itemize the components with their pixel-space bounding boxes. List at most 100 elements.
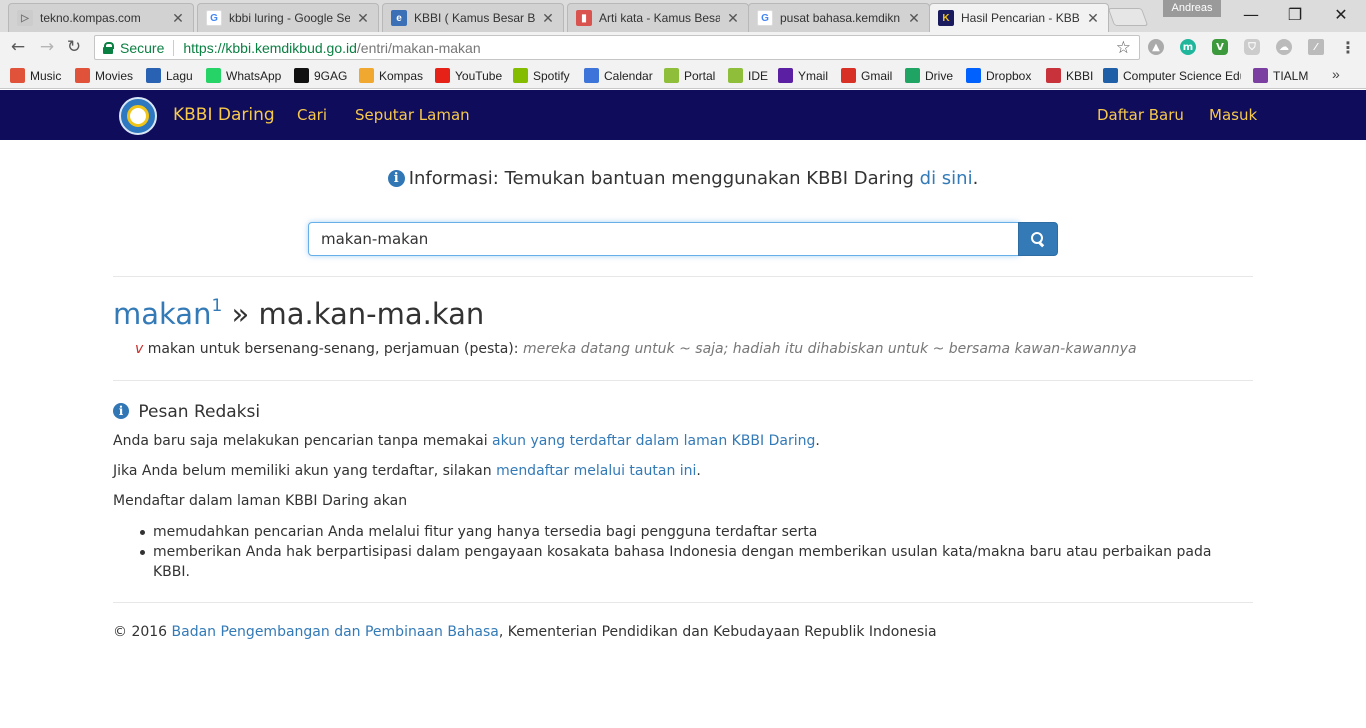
bookmarks-overflow-icon[interactable]: » <box>1332 66 1340 82</box>
kompas-favicon-icon: ▷ <box>17 10 33 26</box>
bookmark-spotify[interactable]: Spotify <box>513 67 570 84</box>
drive-extension-icon[interactable]: ▲ <box>1148 39 1164 55</box>
bookmark-gmail[interactable]: Gmail <box>841 67 892 84</box>
bookmark-calendar[interactable]: Calendar <box>584 67 653 84</box>
book-favicon-icon: ▮ <box>576 10 592 26</box>
bookmark-computer-science[interactable]: Computer Science Edu <box>1103 67 1241 84</box>
bookmark-dropbox[interactable]: Dropbox <box>966 67 1031 84</box>
bookmark-9gag[interactable]: 9GAG <box>294 67 347 84</box>
entry-separator: » <box>222 297 259 331</box>
bookmark-tialm[interactable]: TIALM <box>1253 67 1308 84</box>
nav-cari[interactable]: Cari <box>297 90 327 140</box>
bookmark-music[interactable]: Music <box>10 67 61 84</box>
restore-button[interactable]: ❐ <box>1272 0 1318 28</box>
message-heading: i Pesan Redaksi <box>113 402 260 422</box>
brand-link[interactable]: KBBI Daring <box>173 90 275 140</box>
part-of-speech: v <box>135 341 144 357</box>
browser-tab-2[interactable]: G kbbi luring - Google Se ✕ <box>197 3 379 32</box>
youtube-icon <box>435 68 450 83</box>
bookmark-whatsapp[interactable]: WhatsApp <box>206 67 281 84</box>
close-tab-icon[interactable]: ✕ <box>541 10 555 27</box>
browser-tab-4[interactable]: ▮ Arti kata - Kamus Besa ✕ <box>567 3 749 32</box>
menu-dots-icon[interactable]: ⋮ <box>1340 38 1356 57</box>
kbbi-favicon-icon: e <box>391 10 407 26</box>
copyright-text: © 2016 <box>113 624 172 640</box>
footer: © 2016 Badan Pengembangan dan Pembinaan … <box>113 624 937 640</box>
badan-bahasa-link[interactable]: Badan Pengembangan dan Pembinaan Bahasa <box>172 624 499 640</box>
bookmark-label: 9GAG <box>314 68 348 83</box>
tab-label: kbbi luring - Google Se <box>229 11 350 25</box>
bookmark-ide[interactable]: IDE <box>728 67 768 84</box>
kemdikbud-logo-icon[interactable] <box>119 97 157 135</box>
close-tab-icon[interactable]: ✕ <box>356 10 370 27</box>
definition-example: mereka datang untuk ~ saja; hadiah itu d… <box>522 341 1137 357</box>
new-tab-button[interactable] <box>1107 8 1149 26</box>
reload-icon[interactable]: ↻ <box>63 36 85 58</box>
browser-tabstrip: ▷ tekno.kompas.com ✕ G kbbi luring - Goo… <box>0 0 1366 32</box>
forward-arrow-icon[interactable]: → <box>36 36 58 58</box>
bookmark-youtube[interactable]: YouTube <box>435 67 502 84</box>
nav-seputar-laman[interactable]: Seputar Laman <box>355 90 470 140</box>
close-tab-icon[interactable]: ✕ <box>1086 10 1100 27</box>
bookmark-drive[interactable]: Drive <box>905 67 953 84</box>
ide-icon <box>728 68 743 83</box>
register-link[interactable]: mendaftar melalui tautan ini <box>496 463 696 479</box>
bookmark-portal[interactable]: Portal <box>664 67 715 84</box>
ymail-icon <box>778 68 793 83</box>
definition-text: makan untuk bersenang-senang, perjamuan … <box>147 341 519 357</box>
search-input[interactable] <box>308 222 1019 256</box>
bookmark-label: Kompas <box>379 68 424 83</box>
close-tab-icon[interactable]: ✕ <box>907 10 921 27</box>
url-path: /entri/makan-makan <box>356 39 481 56</box>
bookmark-star-icon[interactable]: ☆ <box>1116 38 1131 58</box>
bookmark-label: YouTube <box>455 68 503 83</box>
browser-tab-5[interactable]: G pusat bahasa.kemdikn ✕ <box>748 3 930 32</box>
message-title: Pesan Redaksi <box>138 402 261 422</box>
pdf-extension-icon[interactable]: ⁄ <box>1308 39 1324 55</box>
divider <box>113 380 1253 381</box>
search-form <box>308 222 1058 256</box>
search-button[interactable] <box>1018 222 1058 256</box>
bookmark-kompas[interactable]: Kompas <box>359 67 423 84</box>
nav-masuk[interactable]: Masuk <box>1209 90 1257 140</box>
bookmark-lagu[interactable]: Lagu <box>146 67 193 84</box>
profile-button[interactable]: Andreas <box>1163 0 1221 17</box>
bookmark-label: Calendar <box>604 68 653 83</box>
bookmark-label: Spotify <box>533 68 570 83</box>
tab-label: Arti kata - Kamus Besa <box>599 11 720 25</box>
bookmark-label: IDE <box>748 68 769 83</box>
close-tab-icon[interactable]: ✕ <box>726 10 740 27</box>
close-window-button[interactable]: ✕ <box>1318 0 1364 28</box>
root-word-link[interactable]: makan1 <box>113 296 222 331</box>
browser-tab-active[interactable]: K Hasil Pencarian - KBBI ✕ <box>929 3 1109 32</box>
kompas-icon <box>359 68 374 83</box>
address-bar[interactable]: Secure https://kbbi.kemdikbud.go.id/entr… <box>94 35 1140 60</box>
bookmark-movies[interactable]: Movies <box>75 67 133 84</box>
vpn-extension-icon[interactable]: V <box>1212 39 1228 55</box>
lock-icon <box>103 41 114 54</box>
m-extension-icon[interactable]: m <box>1180 39 1196 55</box>
message-paragraph-2: Jika Anda belum memiliki akun yang terda… <box>113 463 701 479</box>
bookmark-ymail[interactable]: Ymail <box>778 67 828 84</box>
cloud-extension-icon[interactable]: ☁ <box>1276 39 1292 55</box>
url-base: https://kbbi.kemdikbud.go.id <box>183 39 357 56</box>
divider <box>113 602 1253 603</box>
bookmark-kbbi[interactable]: KBBI <box>1046 67 1093 84</box>
cs-icon <box>1103 68 1118 83</box>
dropbox-icon <box>966 68 981 83</box>
nav-daftar-baru[interactable]: Daftar Baru <box>1097 90 1184 140</box>
close-tab-icon[interactable]: ✕ <box>171 10 185 27</box>
browser-tab-1[interactable]: ▷ tekno.kompas.com ✕ <box>8 3 194 32</box>
help-link[interactable]: di sini <box>920 168 973 189</box>
browser-toolbar: ← → ↻ Secure https://kbbi.kemdikbud.go.i… <box>0 32 1366 62</box>
site-navbar: KBBI Daring Cari Seputar Laman Daftar Ba… <box>0 90 1366 140</box>
shield-extension-icon[interactable]: ⛉ <box>1244 39 1260 55</box>
bookmark-label: Ymail <box>798 68 829 83</box>
browser-tab-3[interactable]: e KBBI ( Kamus Besar Bal ✕ <box>382 3 564 32</box>
footer-suffix: , Kementerian Pendidikan dan Kebudayaan … <box>498 624 937 640</box>
registered-account-link[interactable]: akun yang terdaftar dalam laman KBBI Dar… <box>492 433 815 449</box>
minimize-button[interactable]: — <box>1228 0 1274 28</box>
bookmark-label: Gmail <box>861 68 893 83</box>
tab-label: KBBI ( Kamus Besar Bal <box>414 11 535 25</box>
back-arrow-icon[interactable]: ← <box>7 36 29 58</box>
